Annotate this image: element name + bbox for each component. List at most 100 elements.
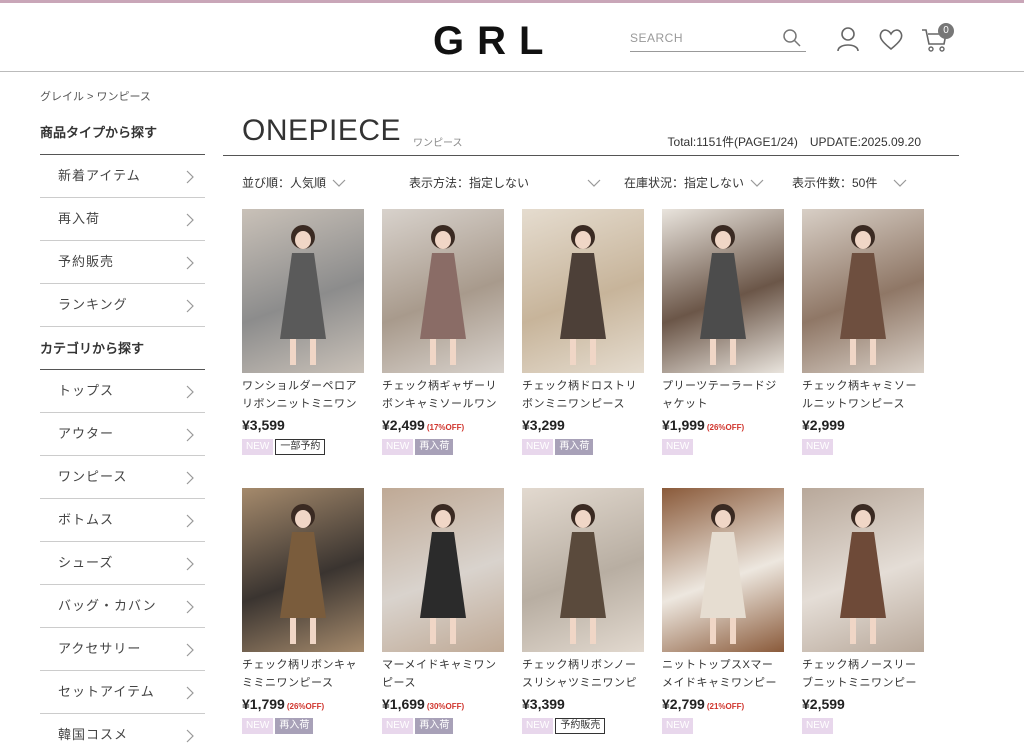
product-name[interactable]: マーメイドキャミワンピース — [382, 656, 504, 692]
product-tag: NEW — [382, 439, 414, 455]
stock-status-label: 在庫状況：指定しない — [624, 176, 745, 190]
product-card[interactable]: チェック柄リボンキャミミニワンピース ¥1,799 (26%OFF) NEW 再入荷 — [242, 488, 364, 736]
sidebar-item-label: 再入荷 — [58, 211, 101, 226]
product-card[interactable]: チェック柄キャミソールニットワンピース ¥2,999 NEW — [802, 209, 924, 457]
product-price: ¥2,799 — [662, 696, 705, 712]
sidebar-item-label: ワンピース — [58, 469, 128, 484]
sidebar-item[interactable]: セットアイテム — [40, 671, 205, 714]
sidebar-item[interactable]: バッグ・カバン — [40, 585, 205, 628]
display-method-dropdown[interactable]: 表示方法：指定しない — [409, 174, 601, 191]
product-image[interactable] — [662, 209, 784, 373]
sidebar-item[interactable]: アクセサリー — [40, 628, 205, 671]
product-tags: NEW — [802, 718, 924, 736]
product-image[interactable] — [242, 488, 364, 652]
search-box[interactable] — [630, 26, 806, 52]
breadcrumb: グレイル > ワンピース — [40, 88, 154, 104]
product-tag: 再入荷 — [415, 439, 454, 455]
product-name[interactable]: チェック柄ギャザーリボンキャミソールワンピ... — [382, 377, 504, 413]
product-image[interactable] — [382, 209, 504, 373]
sidebar-item[interactable]: ワンピース — [40, 456, 205, 499]
product-price: ¥3,399 — [522, 696, 565, 712]
sidebar-item[interactable]: 新着アイテム — [40, 155, 205, 198]
product-card[interactable]: プリーツテーラードジャケット ¥1,999 (26%OFF) NEW — [662, 209, 784, 457]
product-card[interactable]: チェック柄ノースリーブニットミニワンピース ¥2,599 NEW — [802, 488, 924, 736]
product-name[interactable]: チェック柄ノースリーブニットミニワンピース — [802, 656, 924, 692]
cart-count-badge: 0 — [938, 23, 954, 39]
model-figure — [840, 504, 886, 644]
product-price-row: ¥3,399 — [522, 696, 644, 714]
user-icon[interactable] — [834, 25, 862, 53]
product-price-row: ¥1,999 (26%OFF) — [662, 417, 784, 435]
sidebar-item-label: アウター — [58, 426, 115, 441]
page-title: ONEPIECE — [242, 114, 402, 147]
sidebar-section-type-title: 商品タイプから探す — [40, 118, 205, 155]
product-discount: (30%OFF) — [426, 702, 465, 711]
product-price-row: ¥2,799 (21%OFF) — [662, 696, 784, 714]
product-name[interactable]: チェック柄リボンキャミミニワンピース — [242, 656, 364, 692]
product-card[interactable]: チェック柄ドロストリボンミニワンピース ¥3,299 NEW 再入荷 — [522, 209, 644, 457]
product-price: ¥1,999 — [662, 417, 705, 433]
chevron-right-icon — [186, 213, 194, 227]
site-logo[interactable]: GRL — [433, 21, 556, 61]
page-subtitle: ワンピース — [413, 138, 463, 149]
filter-bar: 並び順：人気順 表示方法：指定しない 在庫状況：指定しない 表示件数：50件 — [242, 174, 922, 194]
sidebar-item[interactable]: ボトムス — [40, 499, 205, 542]
product-tag: NEW — [662, 718, 694, 734]
sidebar-item[interactable]: アウター — [40, 413, 205, 456]
heart-icon[interactable] — [877, 25, 905, 53]
sidebar-item[interactable]: トップス — [40, 370, 205, 413]
sidebar-item[interactable]: 韓国コスメ — [40, 714, 205, 749]
stock-status-dropdown[interactable]: 在庫状況：指定しない — [624, 174, 764, 191]
chevron-right-icon — [186, 557, 194, 571]
product-image[interactable] — [802, 209, 924, 373]
product-name[interactable]: チェック柄ドロストリボンミニワンピース — [522, 377, 644, 413]
search-input[interactable] — [630, 26, 770, 50]
product-image[interactable] — [522, 488, 644, 652]
product-card[interactable]: ニットトップスXマーメイドキャミワンピース... ¥2,799(21%OFF) NE… — [662, 488, 784, 736]
product-tag: NEW — [382, 718, 414, 734]
product-name[interactable]: プリーツテーラードジャケット — [662, 377, 784, 413]
breadcrumb-home[interactable]: グレイル — [40, 91, 84, 103]
product-card[interactable]: チェック柄ギャザーリボンキャミソールワンピ... ¥2,499(17%OFF) NE… — [382, 209, 504, 457]
site-header: GRL 0 — [0, 3, 1024, 72]
product-discount: (26%OFF) — [706, 423, 745, 432]
model-figure — [420, 225, 466, 365]
product-card[interactable]: マーメイドキャミワンピース ¥1,699 (30%OFF) NEW 再入荷 — [382, 488, 504, 736]
product-image[interactable] — [242, 209, 364, 373]
search-icon[interactable] — [782, 28, 802, 48]
chevron-right-icon — [186, 256, 194, 270]
sidebar-item[interactable]: 再入荷 — [40, 198, 205, 241]
sidebar-item[interactable]: シューズ — [40, 542, 205, 585]
per-page-dropdown[interactable]: 表示件数：50件 — [792, 174, 907, 191]
product-price-row: ¥1,699 (30%OFF) — [382, 696, 504, 714]
product-price: ¥1,699 — [382, 696, 425, 712]
chevron-right-icon — [186, 299, 194, 313]
product-image[interactable] — [382, 488, 504, 652]
sidebar-item[interactable]: 予約販売 — [40, 241, 205, 284]
sidebar-item-label: トップス — [58, 383, 115, 398]
model-figure — [560, 225, 606, 365]
product-tags: NEW 再入荷 — [382, 439, 504, 457]
chevron-right-icon — [186, 471, 194, 485]
product-name[interactable]: チェック柄キャミソールニットワンピース — [802, 377, 924, 413]
model-figure — [700, 504, 746, 644]
product-image[interactable] — [522, 209, 644, 373]
sidebar-section-category-title: カテゴリから探す — [40, 327, 205, 370]
result-total: Total:1151件(PAGE1/24) UPDATE:2025.09.20 — [667, 135, 921, 149]
product-tags: NEW — [662, 439, 784, 457]
sort-dropdown[interactable]: 並び順：人気順 — [242, 174, 346, 191]
product-name[interactable]: ニットトップスXマーメイドキャミワンピース... — [662, 656, 784, 692]
product-image[interactable] — [662, 488, 784, 652]
product-discount: (26%OFF) — [286, 702, 325, 711]
product-name[interactable]: ワンショルダーペロアリボンニットミニワンピ... — [242, 377, 364, 413]
product-name[interactable]: チェック柄リボンノースリシャツミニワンピース — [522, 656, 644, 692]
product-price-row: ¥2,999 — [802, 417, 924, 435]
product-card[interactable]: ワンショルダーペロアリボンニットミニワンピ... ¥3,599 NEW一部予約 — [242, 209, 364, 457]
product-tag: NEW — [802, 718, 834, 734]
product-image[interactable] — [802, 488, 924, 652]
sidebar-item[interactable]: ランキング — [40, 284, 205, 327]
product-card[interactable]: チェック柄リボンノースリシャツミニワンピース ¥3,399 NEW予約販売 — [522, 488, 644, 736]
product-tags: NEW — [662, 718, 784, 736]
sidebar: 商品タイプから探す 新着アイテム再入荷予約販売 ランキング カテゴリから探す トッ… — [40, 118, 205, 749]
sidebar-item-label: 韓国コスメ — [58, 727, 129, 742]
